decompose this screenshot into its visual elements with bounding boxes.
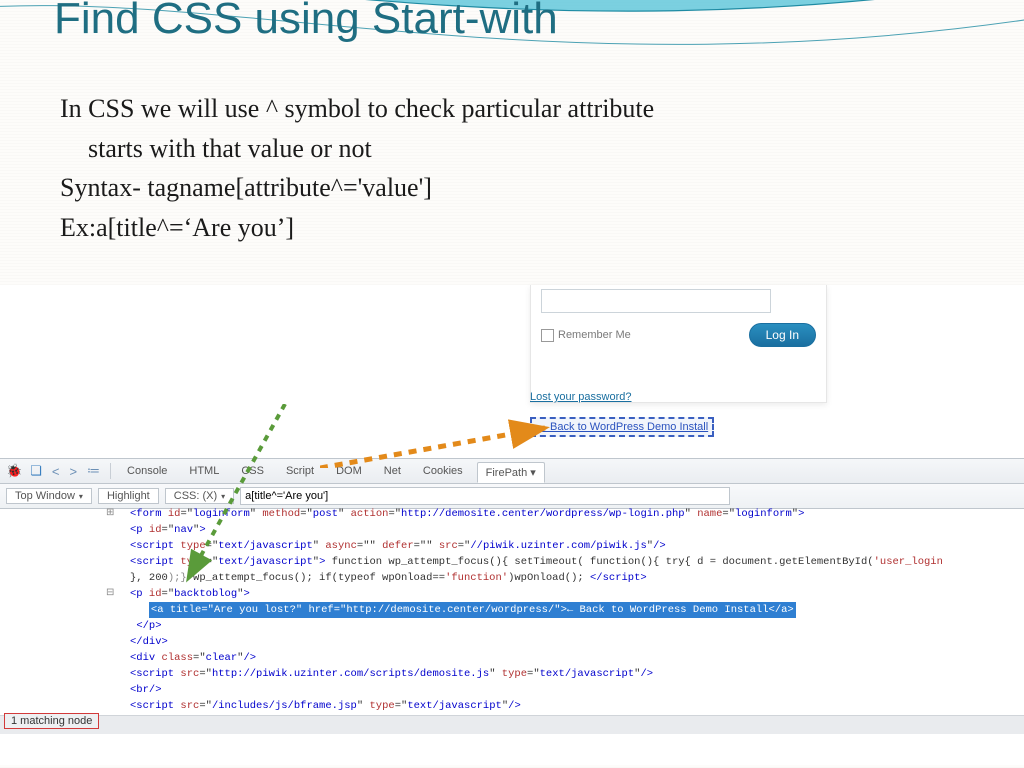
selector-input[interactable] bbox=[240, 487, 730, 505]
firebug-status-bar bbox=[0, 715, 1024, 734]
highlight-button[interactable]: Highlight bbox=[98, 488, 159, 504]
slide-body: In CSS we will use ^ symbol to check par… bbox=[60, 90, 964, 249]
tab-css[interactable]: CSS bbox=[233, 462, 272, 480]
tab-script[interactable]: Script bbox=[278, 462, 322, 480]
lost-password-link[interactable]: Lost your password? bbox=[530, 391, 632, 403]
firebug-toolbar-top: 🐞 ❏ < > ≔ Console HTML CSS Script DOM Ne… bbox=[0, 458, 1024, 484]
login-form: Remember Me Log In bbox=[530, 285, 827, 403]
body-line3: Ex:a[title^=‘Are you’] bbox=[60, 209, 964, 247]
firebug-icon[interactable]: 🐞 bbox=[6, 463, 22, 479]
tab-html[interactable]: HTML bbox=[181, 462, 227, 480]
checkbox-icon bbox=[541, 329, 554, 342]
remember-label: Remember Me bbox=[558, 329, 631, 341]
tab-firepath[interactable]: FirePath ▾ bbox=[477, 462, 545, 483]
tab-net[interactable]: Net bbox=[376, 462, 409, 480]
slide-title: Find CSS using Start-with bbox=[54, 0, 558, 44]
css-mode-label: CSS: (X) bbox=[174, 490, 217, 502]
body-line2: Syntax- tagname[attribute^='value'] bbox=[60, 169, 964, 207]
body-line1b: starts with that value or not bbox=[60, 130, 964, 168]
nav-forward-icon[interactable]: > bbox=[67, 464, 79, 479]
top-window-select[interactable]: Top Window▾ bbox=[6, 488, 92, 504]
firebug-panel: 🐞 ❏ < > ≔ Console HTML CSS Script DOM Ne… bbox=[0, 458, 1024, 509]
nav-back-icon[interactable]: < bbox=[50, 464, 62, 479]
back-to-site-highlight: ← Back to WordPress Demo Install bbox=[530, 417, 714, 437]
body-line1a: In CSS we will use ^ symbol to check par… bbox=[60, 94, 654, 123]
back-to-site-link[interactable]: ← Back to WordPress Demo Install bbox=[536, 421, 708, 433]
menu-icon[interactable]: ≔ bbox=[85, 463, 102, 479]
login-button[interactable]: Log In bbox=[749, 323, 816, 347]
matching-nodes-count: 1 matching node bbox=[4, 713, 99, 729]
tab-firepath-label: FirePath bbox=[486, 467, 528, 479]
dropdown-icon: ▾ bbox=[530, 467, 536, 479]
html-source-pane[interactable]: ⊞ <form id="loginform" method="post" act… bbox=[0, 506, 1024, 714]
inspect-icon[interactable]: ❏ bbox=[28, 463, 44, 479]
screenshot-inset: Remember Me Log In Lost your password? ←… bbox=[0, 285, 1024, 765]
matched-element[interactable]: <a title="Are you lost?" href="http://de… bbox=[149, 602, 796, 618]
top-window-label: Top Window bbox=[15, 490, 75, 502]
css-mode-select[interactable]: CSS: (X) ▾ bbox=[165, 488, 234, 504]
tab-console[interactable]: Console bbox=[119, 462, 175, 480]
password-input[interactable] bbox=[541, 289, 771, 313]
remember-me-checkbox[interactable]: Remember Me bbox=[541, 329, 631, 342]
tab-dom[interactable]: DOM bbox=[328, 462, 370, 480]
tab-cookies[interactable]: Cookies bbox=[415, 462, 471, 480]
